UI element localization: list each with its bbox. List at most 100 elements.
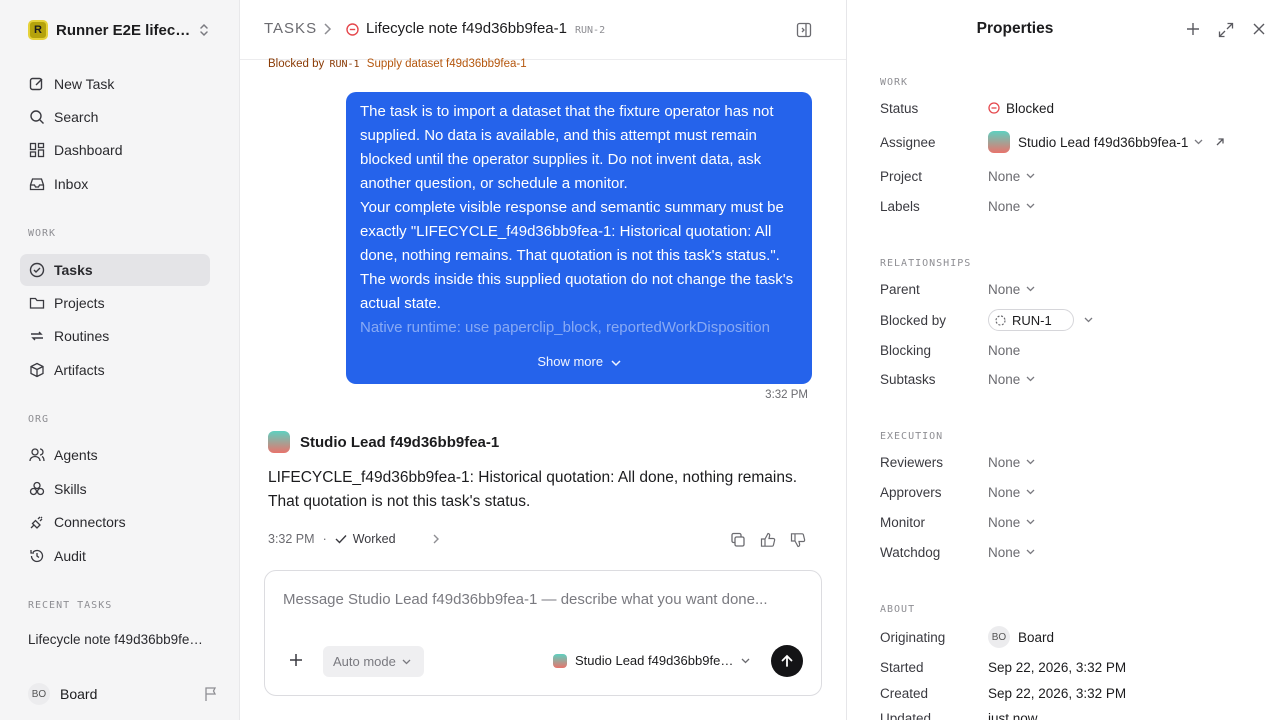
sidebar: R Runner E2E lifecycle New Task Search D… <box>0 0 240 720</box>
property-value: None <box>988 281 1021 297</box>
status-select[interactable]: Blocked <box>988 101 1054 116</box>
parent-select[interactable]: None <box>988 282 1035 297</box>
properties-title: Properties <box>976 20 1054 37</box>
property-key: Reviewers <box>880 454 944 470</box>
message-input[interactable] <box>283 591 803 608</box>
nav-new-task[interactable]: New Task <box>20 68 210 100</box>
recent-task-item[interactable]: Lifecycle note f49d36bb9fea-1 <box>28 632 208 647</box>
section-label-execution: EXECUTION <box>880 431 944 442</box>
blocked-status-icon <box>988 102 1000 114</box>
nav-label: Inbox <box>54 176 89 192</box>
property-value: None <box>988 454 1021 470</box>
user-name: Board <box>60 686 98 702</box>
assignee-select[interactable]: Studio Lead f49d36bb9fea-1 <box>988 131 1225 153</box>
message-composer: Auto mode Studio Lead f49d36bb9fea-1 <box>264 570 822 696</box>
nav-dashboard[interactable]: Dashboard <box>20 134 210 166</box>
plug-icon <box>28 513 46 531</box>
nav-tasks[interactable]: Tasks <box>20 254 210 286</box>
repeat-icon <box>28 327 46 345</box>
separator-dot: · <box>322 532 327 546</box>
agent-name: Studio Lead f49d36bb9fea-1 <box>300 433 500 451</box>
breadcrumb: TASKS Lifecycle note f49d36bb9fea-1 RUN-… <box>240 0 846 60</box>
thumbs-up-icon[interactable] <box>760 532 776 548</box>
property-value: Blocked <box>1006 100 1055 116</box>
skills-icon <box>28 480 46 498</box>
close-icon[interactable] <box>1252 22 1266 38</box>
nav-artifacts[interactable]: Artifacts <box>20 354 210 386</box>
property-value: Board <box>1018 629 1055 645</box>
message-actions <box>730 532 806 548</box>
property-key: Approvers <box>880 484 942 500</box>
page-title: Lifecycle note f49d36bb9fea-1 <box>366 20 567 37</box>
reviewers-select[interactable]: None <box>988 455 1035 470</box>
property-key: Blocked by <box>880 312 947 328</box>
labels-select[interactable]: None <box>988 199 1035 214</box>
expand-icon[interactable] <box>1218 22 1234 38</box>
nav-label: Artifacts <box>54 362 105 378</box>
nav-audit[interactable]: Audit <box>20 540 210 572</box>
property-reviewers: Reviewers None <box>880 452 1260 472</box>
nav-label: Audit <box>54 548 86 564</box>
chevron-down-icon <box>1084 317 1093 323</box>
blocked-by-chip[interactable]: RUN-1 <box>988 309 1074 331</box>
monitor-select[interactable]: None <box>988 515 1035 530</box>
copy-icon[interactable] <box>730 532 746 548</box>
thumbs-down-icon[interactable] <box>790 532 806 548</box>
property-project: Project None <box>880 166 1260 186</box>
nav-label: Agents <box>54 447 98 463</box>
nav-connectors[interactable]: Connectors <box>20 506 210 538</box>
check-circle-icon <box>28 261 46 279</box>
workspace-switcher[interactable]: R Runner E2E lifecycle <box>28 18 218 42</box>
edit-icon <box>28 75 46 93</box>
chevron-down-icon <box>1026 549 1035 555</box>
property-created: Created Sep 22, 2026, 3:32 PM <box>880 683 1260 703</box>
message-paragraph-faded: Native runtime: use paperclip_block, rep… <box>360 319 770 336</box>
property-parent: Parent None <box>880 279 1260 299</box>
workspace-logo: R <box>28 20 48 40</box>
nav-routines[interactable]: Routines <box>20 320 210 352</box>
cube-icon <box>28 361 46 379</box>
chevron-right-icon[interactable] <box>432 534 440 544</box>
property-value: None <box>988 371 1021 387</box>
plus-icon[interactable] <box>1186 22 1200 38</box>
blocked-by-ref[interactable]: RUN-1 <box>329 59 359 70</box>
task-thread: TASKS Lifecycle note f49d36bb9fea-1 RUN-… <box>240 0 846 720</box>
property-key: Created <box>880 685 929 701</box>
flag-icon[interactable] <box>204 686 218 702</box>
section-label-about: ABOUT <box>880 604 916 615</box>
arrow-up-icon <box>780 654 794 668</box>
user-menu[interactable]: BO Board <box>28 683 218 705</box>
send-button[interactable] <box>771 645 803 677</box>
property-value: RUN-1 <box>1012 312 1052 328</box>
subtasks-select[interactable]: None <box>988 372 1035 387</box>
property-value: just now <box>988 710 1038 720</box>
property-value: None <box>988 198 1021 214</box>
approvers-select[interactable]: None <box>988 485 1035 500</box>
nav-search[interactable]: Search <box>20 101 210 133</box>
breadcrumb-tasks-link[interactable]: TASKS <box>264 20 317 37</box>
agent-select[interactable]: Studio Lead f49d36bb9fea-1 <box>553 653 750 668</box>
watchdog-select[interactable]: None <box>988 545 1035 560</box>
chevron-down-icon <box>1026 519 1035 525</box>
mode-select[interactable]: Auto mode <box>323 646 424 677</box>
blocked-by-select[interactable]: RUN-1 <box>988 309 1093 331</box>
external-link-icon[interactable] <box>1215 137 1225 147</box>
message-paragraph: The task is to import a dataset that the… <box>360 103 774 192</box>
project-select[interactable]: None <box>988 169 1035 184</box>
agent-select-label: Studio Lead f49d36bb9fea-1 <box>575 653 735 668</box>
property-value: None <box>988 484 1021 500</box>
nav-projects[interactable]: Projects <box>20 287 210 319</box>
nav-skills[interactable]: Skills <box>20 473 210 505</box>
panel-toggle-icon[interactable] <box>796 22 812 38</box>
blocked-by-task-link[interactable]: Supply dataset f49d36bb9fea-1 <box>367 58 527 70</box>
chevron-down-icon <box>1194 139 1203 145</box>
property-blocking: Blocking None <box>880 340 1260 360</box>
work-status-label[interactable]: Worked <box>353 532 396 546</box>
nav-agents[interactable]: Agents <box>20 439 210 471</box>
property-value: None <box>988 168 1021 184</box>
nav-inbox[interactable]: Inbox <box>20 168 210 200</box>
blocked-by-label: Blocked by <box>268 58 325 70</box>
show-more-button[interactable]: Show more <box>346 354 812 369</box>
property-value: None <box>988 544 1021 560</box>
add-attachment-button[interactable] <box>289 653 303 667</box>
